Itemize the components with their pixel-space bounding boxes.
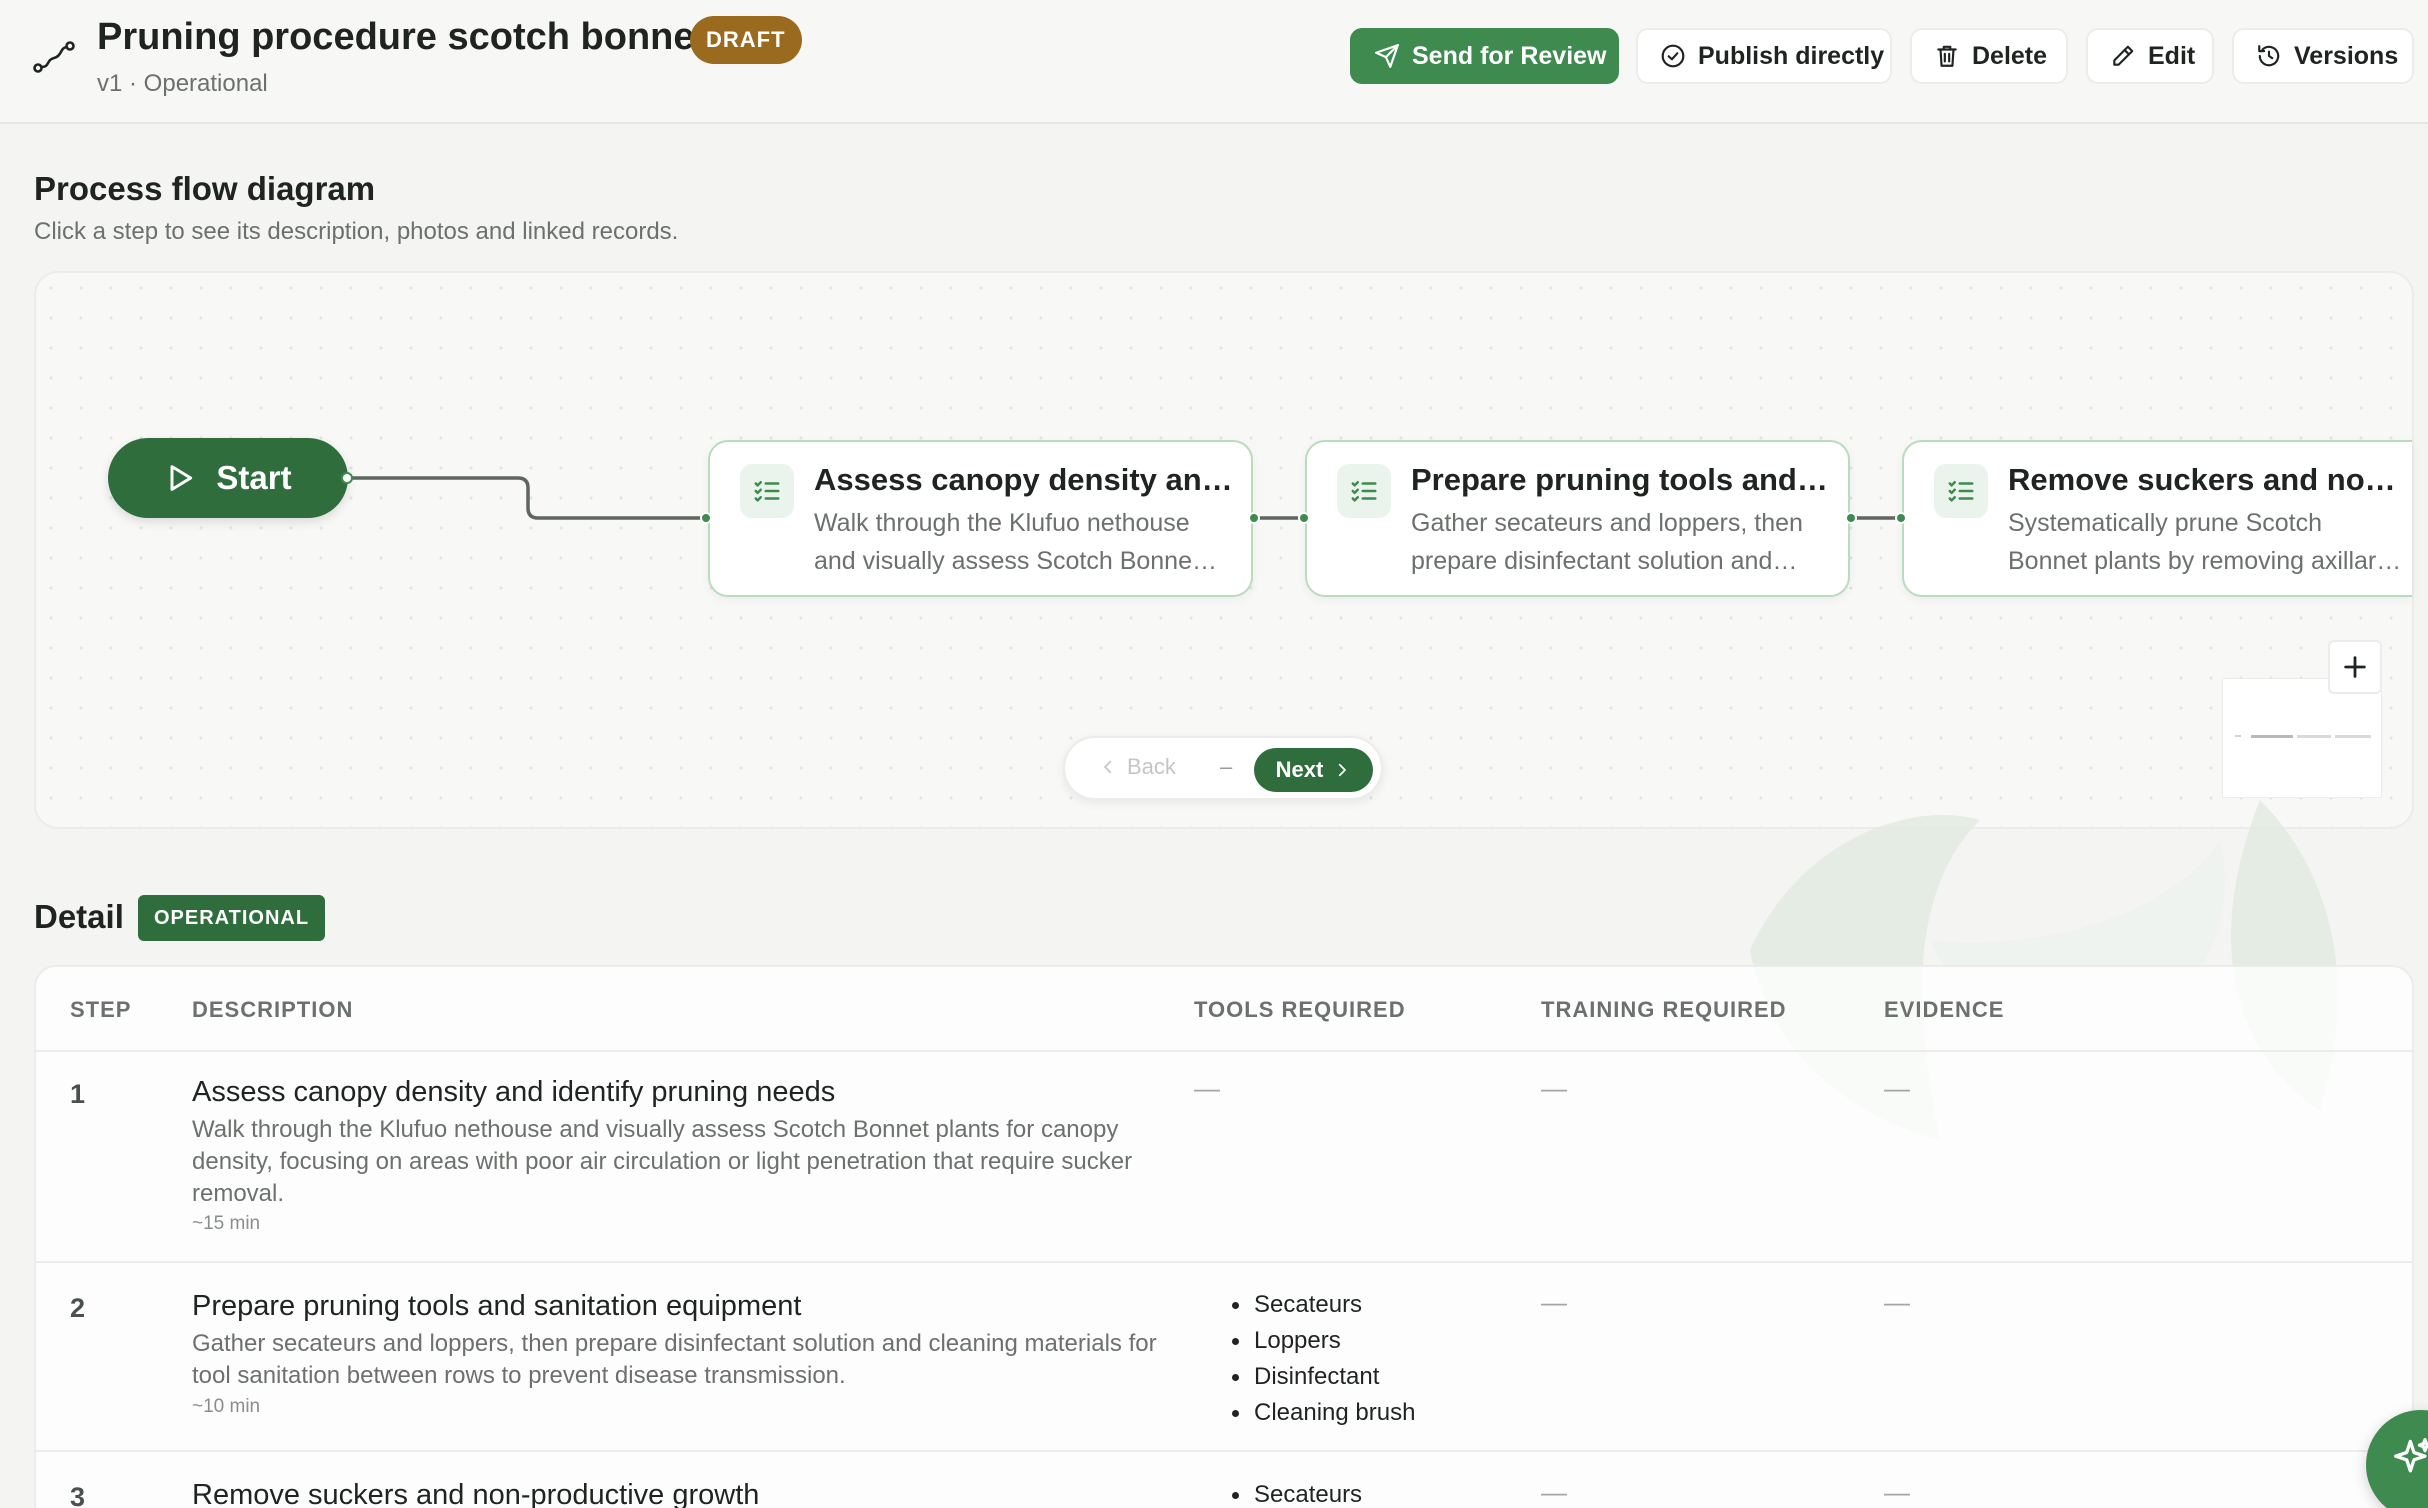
flow-section-subtitle: Click a step to see its description, pho…	[34, 218, 679, 245]
zoom-in-button[interactable]	[2328, 640, 2382, 694]
start-output-port[interactable]	[341, 472, 353, 484]
evidence-empty: —	[1884, 1073, 1910, 1103]
node-description: Systematically prune Scotch Bonnet plant…	[2008, 509, 2389, 575]
page-title: Pruning procedure scotch bonnet	[97, 16, 708, 58]
next-label: Next	[1275, 757, 1324, 782]
evidence-empty: —	[1884, 1477, 1910, 1507]
flow-step-node-3[interactable]: Remove suckers and non-… Systematically …	[1902, 440, 2412, 597]
publish-directly-label: Publish directly	[1698, 41, 1885, 70]
chevron-left-icon	[1104, 760, 1112, 774]
publish-directly-button[interactable]: Publish directly	[1636, 28, 1892, 84]
step-title: Prepare pruning tools and sanitation equ…	[192, 1290, 802, 1322]
node-3-input-port[interactable]	[1895, 512, 1907, 524]
versions-button[interactable]: Versions	[2232, 28, 2414, 84]
edit-button[interactable]: Edit	[2086, 28, 2214, 84]
back-button[interactable]: Back	[1099, 754, 1176, 780]
column-header-training: TRAINING REQUIRED	[1541, 997, 1787, 1022]
checklist-icon	[740, 464, 794, 518]
column-header-description: DESCRIPTION	[192, 997, 354, 1022]
pencil-icon	[2113, 45, 2134, 66]
version-subtitle: v1 · Operational	[97, 70, 268, 97]
column-header-evidence: EVIDENCE	[1884, 997, 2005, 1022]
node-description: Gather secateurs and loppers, then prepa…	[1411, 509, 1803, 575]
tool-item: Loppers	[1228, 1323, 1415, 1359]
steps-table: STEP DESCRIPTION TOOLS REQUIRED TRAINING…	[34, 965, 2414, 1508]
step-description: Gather secateurs and loppers, then prepa…	[192, 1330, 1157, 1389]
status-badge: DRAFT	[690, 16, 802, 64]
send-icon	[1375, 44, 1399, 68]
back-label: Back	[1127, 754, 1176, 779]
page-header: Pruning procedure scotch bonnet DRAFT v1…	[0, 0, 2428, 124]
operational-badge: OPERATIONAL	[138, 895, 326, 941]
node-2-output-port[interactable]	[1845, 512, 1857, 524]
header-divider	[36, 1050, 2412, 1052]
trash-icon	[1937, 45, 1957, 67]
delete-label: Delete	[1972, 41, 2048, 70]
node-title: Remove suckers and non-…	[2008, 462, 2408, 497]
node-1-input-port[interactable]	[700, 512, 712, 524]
training-empty: —	[1541, 1287, 1567, 1317]
start-label: Start	[216, 459, 292, 496]
send-for-review-label: Send for Review	[1412, 41, 1607, 70]
node-title: Prepare pruning tools and …	[1411, 462, 1831, 497]
step-description: Walk through the Klufuo nethouse and vis…	[192, 1116, 1133, 1207]
node-1-output-port[interactable]	[1248, 512, 1260, 524]
tool-item: Disinfectant	[1228, 1359, 1415, 1395]
row-divider	[36, 1450, 2412, 1452]
tools-list: Secateurs Loppers Disinfectant Cleaning …	[1228, 1287, 1415, 1431]
chevron-right-icon	[1339, 763, 1347, 777]
row-divider	[36, 1261, 2412, 1263]
training-empty: —	[1541, 1477, 1567, 1507]
check-circle-icon	[1661, 44, 1685, 68]
tools-empty: —	[1194, 1073, 1220, 1103]
detail-section-title: Detail	[34, 898, 124, 935]
flow-icon	[33, 41, 75, 73]
history-icon	[2258, 45, 2280, 67]
flow-step-node-2[interactable]: Prepare pruning tools and … Gather secat…	[1305, 440, 1850, 597]
flow-minimap[interactable]	[2222, 678, 2382, 798]
tool-item: Secateurs	[1228, 1477, 1362, 1508]
tool-item: Cleaning brush	[1228, 1395, 1415, 1431]
minimap-preview	[2235, 735, 2371, 738]
step-duration: ~10 min	[192, 1396, 261, 1417]
tool-item: Secateurs	[1228, 1287, 1415, 1323]
delete-button[interactable]: Delete	[1910, 28, 2068, 84]
node-description: Walk through the Klufuo nethouse and vis…	[814, 509, 1217, 575]
edit-label: Edit	[2148, 41, 2196, 70]
sparkle-icon	[2394, 1438, 2428, 1473]
column-header-tools: TOOLS REQUIRED	[1194, 997, 1406, 1022]
flow-section-title: Process flow diagram	[34, 170, 376, 207]
versions-label: Versions	[2294, 41, 2399, 70]
step-number: 3	[70, 1482, 86, 1508]
next-button[interactable]: Next	[1254, 748, 1373, 792]
step-number: 2	[70, 1293, 86, 1323]
send-for-review-button[interactable]: Send for Review	[1350, 28, 1619, 84]
column-header-step: STEP	[70, 997, 132, 1022]
plus-icon	[2344, 656, 2366, 678]
flow-step-node-1[interactable]: Assess canopy density an… Walk through t…	[708, 440, 1253, 597]
training-empty: —	[1541, 1073, 1567, 1103]
checklist-icon	[1337, 464, 1391, 518]
step-duration: ~15 min	[192, 1213, 261, 1234]
node-title: Assess canopy density an…	[814, 462, 1233, 497]
step-title: Assess canopy density and identify pruni…	[192, 1076, 836, 1108]
step-title: Remove suckers and non-productive growth	[192, 1479, 760, 1508]
checklist-icon	[1934, 464, 1988, 518]
tools-list: Secateurs	[1228, 1477, 1362, 1508]
evidence-empty: —	[1884, 1287, 1910, 1317]
step-number: 1	[70, 1079, 86, 1109]
flow-pager: Back – Next	[1063, 736, 1383, 800]
pager-separator: –	[1220, 754, 1233, 779]
node-2-input-port[interactable]	[1298, 512, 1310, 524]
play-icon	[170, 465, 193, 491]
start-node[interactable]: Start	[108, 438, 348, 518]
